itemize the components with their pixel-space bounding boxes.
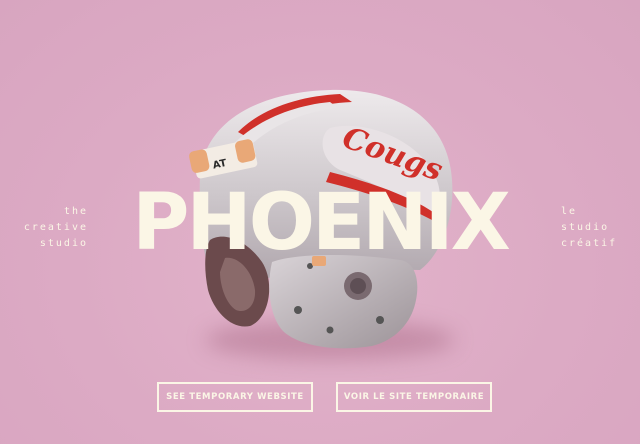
tagline-line: studio — [39, 238, 88, 249]
helmet-screw — [294, 306, 302, 314]
voir-site-temporaire-button[interactable]: VOIR LE SITE TEMPORAIRE — [336, 382, 492, 412]
see-temporary-website-button[interactable]: SEE TEMPORARY WEBSITE — [157, 382, 313, 412]
tagline-line: the — [63, 206, 88, 217]
tagline-line: créatif — [561, 238, 618, 249]
tagline-line: creative — [23, 222, 88, 233]
tagline-french: le studio créatif — [561, 204, 631, 252]
tagline-english: the creative studio — [22, 204, 88, 252]
tagline-line: studio — [561, 222, 610, 233]
helmet-ear-flap — [269, 255, 418, 349]
brand-title: PHOENIX — [132, 178, 510, 268]
landing-page: Cougs AT PHOENIX the creative studio le … — [0, 0, 640, 444]
tagline-line: le — [561, 206, 578, 217]
